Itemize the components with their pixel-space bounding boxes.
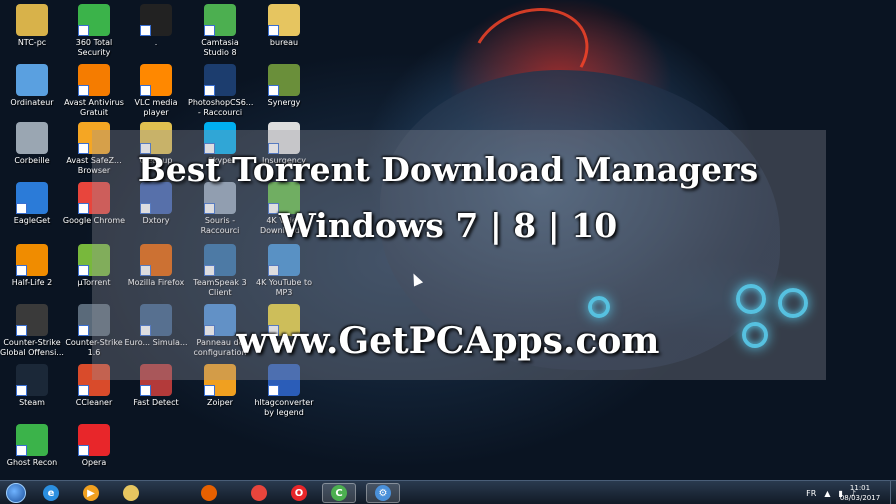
desktop-icon-label: Synergy — [267, 98, 301, 107]
vlc-icon — [140, 64, 172, 96]
internet-explorer-icon: e — [43, 485, 59, 501]
desktop-icon-label: Camtasia Studio 8 — [201, 38, 239, 57]
clock-time: 11:01 — [849, 484, 871, 492]
chrome-icon — [251, 485, 267, 501]
desktop-icon-label: Ordinateur — [10, 98, 54, 107]
desktop-icon[interactable]: NTC-pc — [0, 4, 64, 48]
desktop-icon[interactable]: 360 Total Security — [62, 4, 126, 58]
taskbar-firefox-button[interactable] — [192, 483, 226, 503]
taskbar-internet-explorer-button[interactable]: e — [34, 483, 68, 503]
gear-icon: ⚙ — [375, 485, 391, 501]
desktop-icon[interactable]: Half-Life 2 — [0, 244, 64, 288]
steam-icon — [16, 364, 48, 396]
taskbar-file-explorer-button[interactable] — [114, 483, 148, 503]
360-security-icon — [78, 4, 110, 36]
desktop-icon-label: NTC-pc — [17, 38, 47, 47]
folder-icon — [268, 4, 300, 36]
desktop-icon-label: . — [154, 38, 158, 47]
photoshop-icon — [204, 64, 236, 96]
synergy-icon — [268, 64, 300, 96]
desktop-icon-label: Ghost Recon — [6, 458, 58, 467]
language-indicator[interactable]: FR — [806, 489, 816, 498]
ghost-recon-icon — [16, 424, 48, 456]
opera-icon: O — [291, 485, 307, 501]
desktop-icon-label: PhotoshopCS6... - Raccourci — [188, 98, 254, 117]
clock-date: 08/03/2017 — [839, 494, 881, 502]
taskbar-camtasia-button[interactable]: C — [322, 483, 356, 503]
desktop-icon-label: Steam — [19, 398, 45, 407]
desktop-icon-label: VLC media player — [134, 98, 178, 117]
desktop-icon-label: 360 Total Security — [75, 38, 113, 57]
taskbar: e ▶ O C ⚙ FR ▲ ▮ ♪ 11:01 08/03/2017 — [0, 480, 896, 504]
taskbar-opera-button[interactable]: O — [282, 483, 316, 503]
desktop-icon[interactable]: Opera — [62, 424, 126, 468]
half-life-icon — [16, 244, 48, 276]
folder-user-icon — [16, 4, 48, 36]
desktop-icon-label: Zoiper — [207, 398, 233, 407]
media-player-icon: ▶ — [83, 485, 99, 501]
folder-icon — [123, 485, 139, 501]
show-desktop-button[interactable] — [890, 481, 896, 504]
overlay-website: www.GetPCApps.com — [236, 320, 660, 362]
desktop-icon[interactable]: Camtasia Studio 8 — [188, 4, 252, 58]
desktop-icon-label: Opera — [81, 458, 107, 467]
desktop-icon-label: hltagconverter by legend — [254, 398, 314, 417]
opera-icon — [78, 424, 110, 456]
desktop-icon-label: Half-Life 2 — [11, 278, 53, 287]
desktop-icon[interactable]: Synergy — [252, 64, 316, 108]
avast-icon — [78, 64, 110, 96]
desktop-icon[interactable]: PhotoshopCS6... - Raccourci — [188, 64, 254, 118]
desktop-icon[interactable]: Ghost Recon — [0, 424, 64, 468]
camtasia-icon — [204, 4, 236, 36]
desktop-icon[interactable]: Steam — [0, 364, 64, 408]
firefox-icon — [201, 485, 217, 501]
computer-icon — [16, 64, 48, 96]
taskbar-media-player-button[interactable]: ▶ — [74, 483, 108, 503]
desktop-icon[interactable]: VLC media player — [124, 64, 188, 118]
overlay-subtitle: Windows 7 | 8 | 10 — [278, 206, 618, 245]
desktop-icon-label: bureau — [269, 38, 299, 47]
desktop-icon[interactable]: . — [124, 4, 188, 48]
desktop-icon[interactable]: bureau — [252, 4, 316, 48]
start-button[interactable] — [6, 483, 26, 503]
desktop-icon[interactable]: Avast Antivirus Gratuit — [62, 64, 126, 118]
desktop-icon-label: Avast Antivirus Gratuit — [64, 98, 124, 117]
overlay-title: Best Torrent Download Managers — [137, 150, 759, 189]
desktop-icon-label: Fast Detect — [133, 398, 179, 407]
taskbar-chrome-button[interactable] — [242, 483, 276, 503]
desktop-icon-label: CCleaner — [75, 398, 113, 407]
mask-icon — [140, 4, 172, 36]
desktop-icon[interactable]: Ordinateur — [0, 64, 64, 108]
camtasia-icon: C — [331, 485, 347, 501]
taskbar-settings-app-button[interactable]: ⚙ — [366, 483, 400, 503]
clock[interactable]: 11:01 08/03/2017 — [830, 483, 890, 503]
